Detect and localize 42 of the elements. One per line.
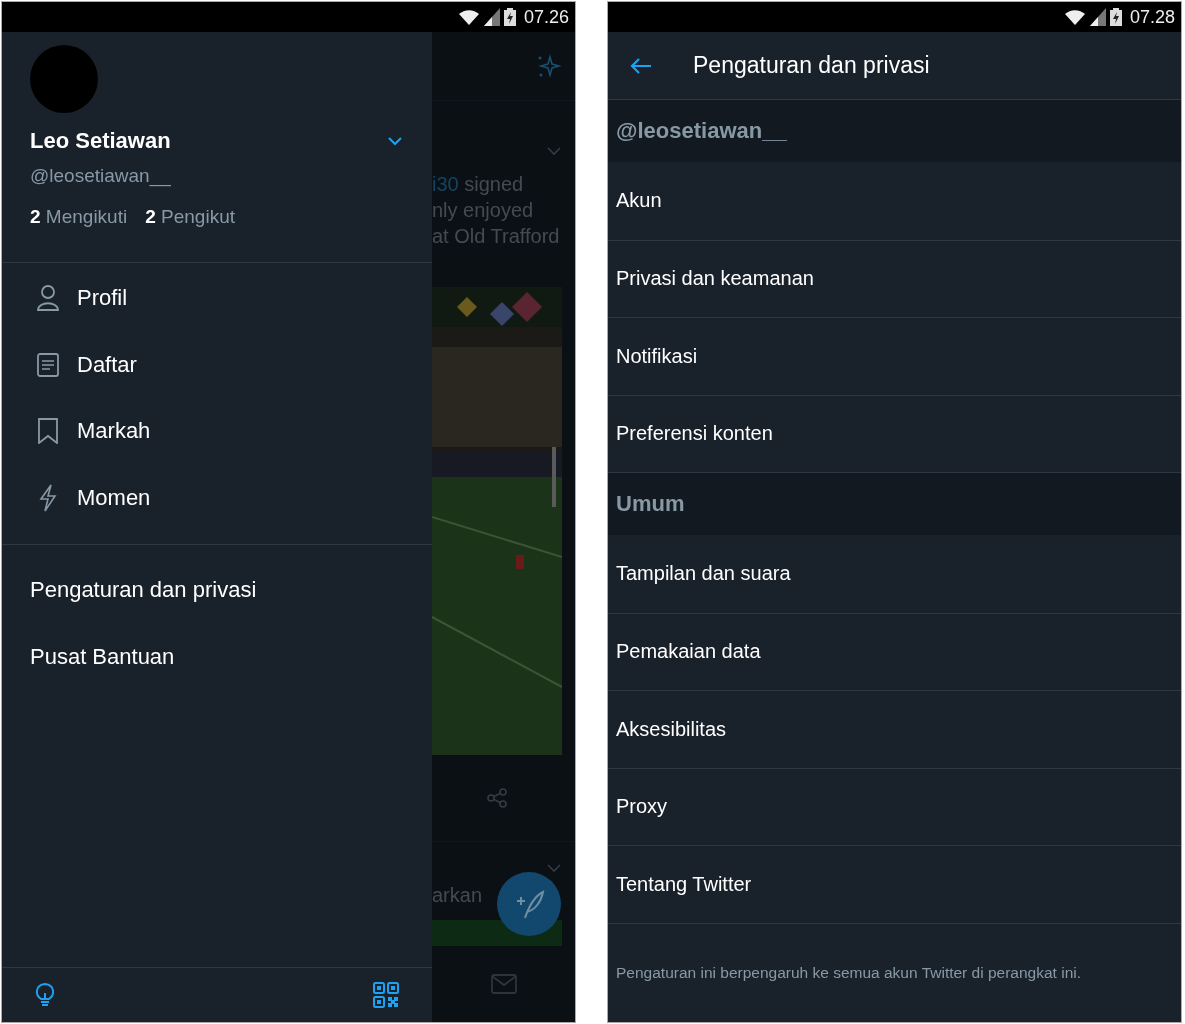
footer-note: Pengaturan ini berpengaruh ke semua akun Twitter di perangkat ini. <box>616 963 1081 982</box>
back-arrow-icon[interactable] <box>630 56 652 75</box>
signal-icon <box>483 8 500 26</box>
section-header: @leosetiawan__ <box>608 100 1181 162</box>
settings-item[interactable]: Tentang Twitter <box>608 846 1181 924</box>
drawer-menu-item[interactable]: Daftar <box>2 331 432 398</box>
user-handle: @leosetiawan__ <box>30 165 172 187</box>
section-header: Umum <box>608 473 1181 535</box>
wifi-icon <box>1063 8 1086 26</box>
drawer-menu-item[interactable]: Momen <box>2 464 432 531</box>
drawer-menu-item[interactable]: Profil <box>2 265 432 332</box>
battery-icon <box>1109 8 1122 26</box>
drawer-link[interactable]: Pengaturan dan privasi <box>2 557 432 624</box>
wifi-icon <box>457 8 480 26</box>
chevron-down-icon[interactable] <box>388 136 402 146</box>
battery-icon <box>503 8 516 26</box>
follow-count-link[interactable]: 2 Mengikuti <box>30 206 128 228</box>
drawer-menu-item[interactable]: Markah <box>2 398 432 465</box>
settings-item[interactable]: Pemakaian data <box>608 613 1181 691</box>
mail-icon <box>490 974 517 994</box>
settings-item[interactable]: Akun <box>608 162 1181 241</box>
tweet-text: arkan <box>432 883 483 908</box>
user-name: Leo Setiawan <box>30 128 171 154</box>
settings-item[interactable]: Privasi dan keamanan <box>608 240 1181 318</box>
screen-title: Pengaturan dan privasi <box>693 52 930 79</box>
chevron-down-icon <box>547 864 561 873</box>
chevron-down-icon <box>547 147 561 156</box>
share-icon <box>486 788 507 808</box>
qr-code-icon[interactable] <box>373 982 399 1008</box>
settings-item[interactable]: Tampilan dan suara <box>608 535 1181 614</box>
settings-item[interactable]: Notifikasi <box>608 318 1181 396</box>
settings-item[interactable]: Proxy <box>608 768 1181 846</box>
tweet-text: nly enjoyed <box>432 198 535 223</box>
status-time: 07.26 <box>523 6 569 28</box>
signal-icon <box>1089 8 1106 26</box>
drawer-link[interactable]: Pusat Bantuan <box>2 623 432 690</box>
status-time: 07.28 <box>1129 6 1175 28</box>
lightbulb-icon[interactable] <box>34 982 56 1008</box>
follow-count-link[interactable]: 2 Pengikut <box>145 206 235 228</box>
settings-item[interactable]: Aksesibilitas <box>608 691 1181 769</box>
tweet-text: at Old Trafford <box>432 224 561 249</box>
tweet-text: i30 signed <box>432 172 525 197</box>
